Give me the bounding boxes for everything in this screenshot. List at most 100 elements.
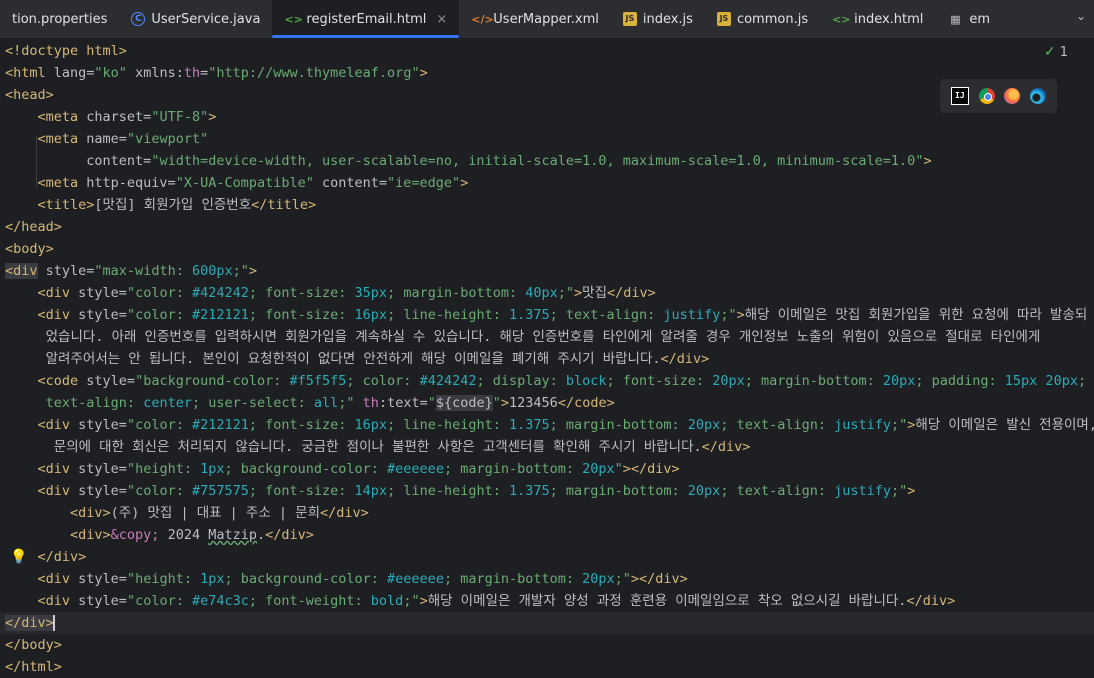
token: "ie=edge" <box>387 175 461 191</box>
token: "height: <box>126 461 201 477</box>
token: </div> <box>5 615 54 631</box>
close-icon[interactable]: × <box>436 12 447 27</box>
table-icon: ▦ <box>950 12 961 26</box>
token: th <box>183 65 201 81</box>
token: text-align: <box>45 395 144 411</box>
tab-label: common.js <box>736 11 809 27</box>
lightbulb-icon[interactable]: 💡 <box>10 549 27 565</box>
tab-registeremail-html[interactable]: <> registerEmail.html × <box>272 0 460 38</box>
tab-label: em <box>969 11 991 27</box>
tab-index-html[interactable]: <> index.html <box>820 0 935 38</box>
token: "width=device-width, user-scalable=no, i… <box>151 153 924 169</box>
token: [맛집] 회원가입 인증번호 <box>94 197 252 213</box>
token: justify <box>663 307 721 323</box>
firefox-icon[interactable] <box>1004 88 1021 104</box>
token: "viewport" <box>126 131 209 147</box>
token: ; text-align: <box>720 483 835 499</box>
token: ; <box>1077 373 1087 389</box>
token: <div <box>5 263 38 279</box>
token: 2024 <box>159 527 209 543</box>
token: style= <box>70 461 127 477</box>
token: 16px <box>354 417 388 433</box>
token: #424242 <box>419 373 477 389</box>
token: <head> <box>5 87 54 103</box>
token: #e74c3c <box>191 593 249 609</box>
inspection-widget[interactable]: ✓ 1 <box>1044 44 1068 60</box>
token: ; display: <box>476 373 566 389</box>
code-line-25: </html> <box>5 656 62 678</box>
token: all <box>313 395 339 411</box>
token: ; line-height: <box>387 483 509 499</box>
code-line-9: </head> <box>5 216 62 238</box>
code-line-19: <div>&copy; 2024 Matzip.</div> <box>5 524 314 546</box>
code-line-12: <div style="color: #424242; font-size: 3… <box>5 282 656 304</box>
token: </div> <box>37 549 87 565</box>
token: ; margin-bottom: <box>549 483 688 499</box>
tab-em[interactable]: ▦ em <box>935 0 1002 38</box>
code-editor[interactable]: <!doctype html> <html lang="ko" xmlns:th… <box>0 40 1094 675</box>
intellij-browser-icon[interactable]: IJ <box>950 87 969 105</box>
token: Matzip <box>208 527 258 543</box>
token: ;" <box>720 307 737 323</box>
code-line-16: <div style="height: 1px; background-colo… <box>5 458 680 480</box>
tab-usermapper-xml[interactable]: </> UserMapper.xml <box>459 0 611 38</box>
token: content= <box>313 175 388 191</box>
token: > <box>419 65 428 81</box>
code-line-23-current: </div> <box>0 612 1094 634</box>
token: ; margin-bottom: <box>387 285 526 301</box>
xml-file-icon: </> <box>471 12 494 26</box>
edge-icon[interactable] <box>1030 88 1047 104</box>
token: > <box>907 483 916 499</box>
code-line-14: <code style="background-color: #f5f5f5; … <box>5 370 1087 392</box>
token: ; margin-bottom: <box>744 373 883 389</box>
chrome-icon[interactable] <box>978 88 995 104</box>
token: "color: <box>126 417 192 433</box>
token: center <box>143 395 192 411</box>
token: 해당 이메일은 발신 전용이며, <box>915 417 1094 433</box>
tab-label: index.html <box>854 11 924 27</box>
token: #eeeeee <box>387 571 444 587</box>
token: <div> <box>70 527 111 543</box>
token: ;" <box>891 417 908 433</box>
token: <!doctype html> <box>5 43 127 59</box>
token: <div <box>37 285 71 301</box>
token: 1.375 <box>508 483 550 499</box>
token: ; font-weight: <box>248 593 371 609</box>
token: 1.375 <box>508 307 550 323</box>
token: content= <box>86 153 152 169</box>
token: ; padding: <box>915 373 1005 389</box>
token: #212121 <box>191 417 249 433</box>
token: " <box>614 461 623 477</box>
chevron-down-icon[interactable]: ⌄ <box>1076 9 1086 23</box>
html-file-icon: <> <box>284 12 303 26</box>
token: ;" <box>232 263 249 279</box>
token: > <box>574 285 583 301</box>
tab-userservice-java[interactable]: C UserService.java <box>119 0 272 38</box>
token: <html <box>5 65 46 81</box>
token: :text= <box>378 395 428 411</box>
code-line-3: <head> <box>5 84 54 106</box>
tab-common-js[interactable]: JS common.js <box>705 0 820 38</box>
token: . <box>257 527 266 543</box>
token: <div <box>37 593 71 609</box>
tab-application-properties[interactable]: tion.properties <box>0 0 119 38</box>
token: 1.375 <box>508 417 550 433</box>
token: ; background-color: <box>224 461 388 477</box>
token: 123456 <box>509 395 558 411</box>
token: ; margin-bottom: <box>549 417 688 433</box>
token: " <box>427 395 436 411</box>
java-class-icon: C <box>131 12 146 26</box>
token: 16px <box>354 307 388 323</box>
token: ></div> <box>622 461 680 477</box>
token: 문의에 대한 회신은 처리되지 않습니다. 궁금한 점이나 불편한 사항은 고객… <box>53 439 702 455</box>
code-line-22: <div style="color: #e74c3c; font-weight:… <box>5 590 956 612</box>
code-line-15-wrap-1: 문의에 대한 회신은 처리되지 않습니다. 궁금한 점이나 불편한 사항은 고객… <box>5 436 751 458</box>
token: ; line-height: <box>387 417 509 433</box>
text-caret <box>52 615 55 631</box>
token: " <box>492 395 501 411</box>
token: "color: <box>126 593 192 609</box>
token: justify <box>834 417 892 433</box>
code-line-7: <meta http-equiv="X-UA-Compatible" conte… <box>5 172 469 194</box>
code-line-1: <!doctype html> <box>5 40 127 62</box>
tab-index-js[interactable]: JS index.js <box>611 0 705 38</box>
